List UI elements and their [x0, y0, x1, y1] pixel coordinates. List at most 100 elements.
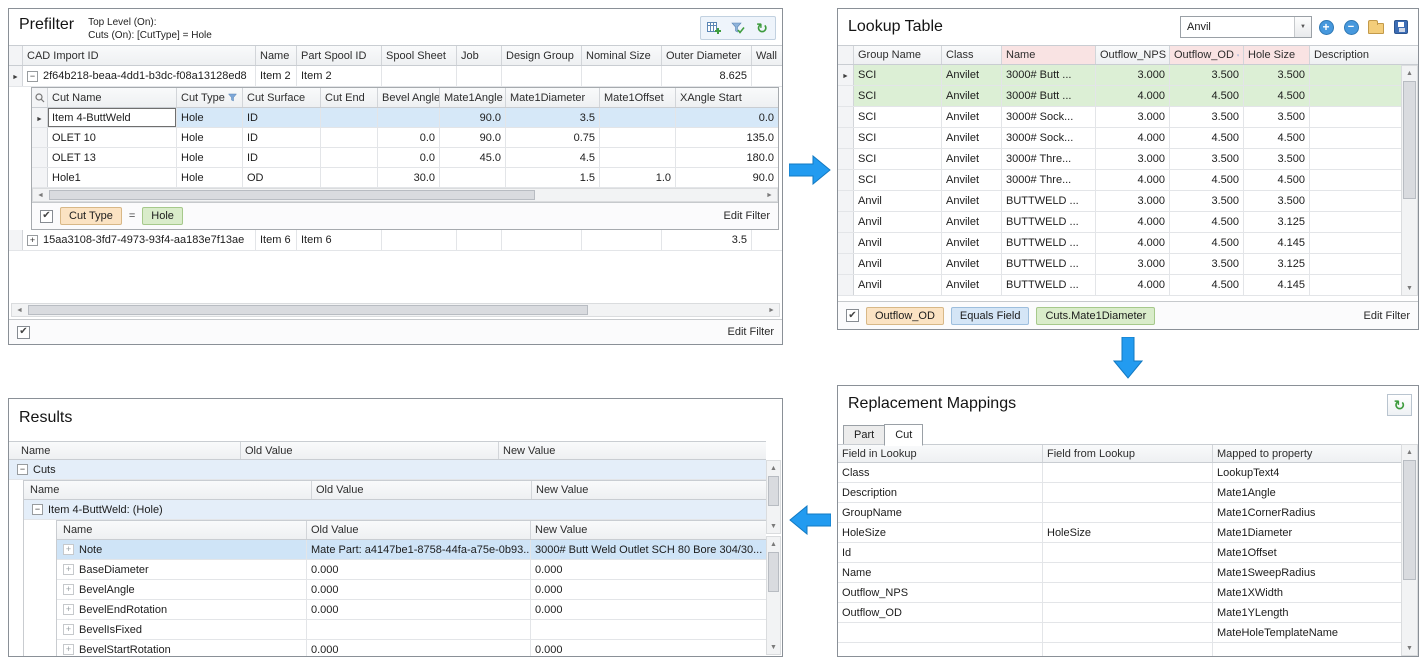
outflow-nps-cell[interactable]: 3.000	[1096, 65, 1170, 85]
class-cell[interactable]: Anvilet	[942, 254, 1002, 274]
old-value-cell[interactable]: 0.000	[307, 600, 531, 619]
mapped-to-property-cell[interactable]: Mate1SweepRadius	[1213, 563, 1401, 582]
result-row[interactable]: BaseDiameter 0.000 0.000	[57, 560, 766, 580]
mapped-to-property-cell[interactable]: Mate1Angle	[1213, 483, 1401, 502]
class-cell[interactable]: Anvilet	[942, 149, 1002, 169]
col-description[interactable]: Description	[1310, 46, 1401, 64]
field-from-lookup-cell[interactable]	[1043, 463, 1213, 482]
xangle-start-cell[interactable]: 90.0	[676, 168, 778, 187]
outflow-nps-cell[interactable]: 4.000	[1096, 128, 1170, 148]
scrollbar-track[interactable]	[27, 304, 764, 316]
outflow-od-cell[interactable]: 3.500	[1170, 107, 1244, 127]
group-row-item[interactable]: Item 4-ButtWeld: (Hole)	[24, 500, 766, 520]
expand-icon[interactable]	[63, 584, 74, 595]
nominal-size-cell[interactable]	[582, 66, 662, 86]
result-row[interactable]: BevelIsFixed	[57, 620, 766, 640]
outflow-nps-cell[interactable]: 4.000	[1096, 86, 1170, 106]
col-cut-end[interactable]: Cut End	[321, 88, 378, 107]
col-cad-import-id[interactable]: CAD Import ID	[23, 46, 256, 65]
group-name-cell[interactable]: Anvil	[854, 191, 942, 211]
col-group-name[interactable]: Group Name	[854, 46, 942, 64]
bevel-angle-cell[interactable]	[378, 108, 440, 127]
cut-end-cell[interactable]	[321, 148, 378, 167]
hole-size-cell[interactable]: 4.145	[1244, 275, 1310, 295]
col-outer-diameter[interactable]: Outer Diameter	[662, 46, 752, 65]
scrollbar-thumb[interactable]	[768, 476, 779, 506]
property-name-cell[interactable]: Note	[57, 540, 307, 559]
field-from-lookup-cell[interactable]	[1043, 623, 1213, 642]
group-cell[interactable]: Cuts	[9, 460, 766, 479]
field-in-lookup-cell[interactable]: GroupName	[838, 503, 1043, 522]
scrollbar-track[interactable]	[48, 189, 762, 201]
field-from-lookup-cell[interactable]	[1043, 503, 1213, 522]
scrollbar-thumb[interactable]	[1403, 81, 1416, 199]
cut-end-cell[interactable]	[321, 168, 378, 187]
group-name-cell[interactable]: Anvil	[854, 233, 942, 253]
refresh-button[interactable]: ↻	[1387, 394, 1412, 416]
mapping-row[interactable]: HoleSize HoleSize Mate1Diameter	[838, 523, 1401, 543]
mate1offset-cell[interactable]	[600, 128, 676, 147]
description-cell[interactable]	[1310, 212, 1401, 232]
expand-icon[interactable]	[63, 564, 74, 575]
xangle-start-cell[interactable]: 180.0	[676, 148, 778, 167]
main-horizontal-scrollbar[interactable]: ◄ ►	[11, 303, 780, 317]
design-group-cell[interactable]	[502, 230, 582, 250]
col-old-value[interactable]: Old Value	[241, 442, 499, 459]
description-cell[interactable]	[1310, 191, 1401, 211]
col-new-value[interactable]: New Value	[531, 521, 766, 539]
col-cut-name[interactable]: Cut Name	[48, 88, 177, 107]
col-job[interactable]: Job	[457, 46, 502, 65]
class-cell[interactable]: Anvilet	[942, 65, 1002, 85]
filter-operator[interactable]: =	[129, 210, 135, 222]
hole-size-cell[interactable]: 3.125	[1244, 254, 1310, 274]
mate1angle-cell[interactable]: 90.0	[440, 108, 506, 127]
cut-surface-cell[interactable]: ID	[243, 128, 321, 147]
group-name-cell[interactable]: Anvil	[854, 212, 942, 232]
col-outflow-od[interactable]: Outflow_OD	[1170, 46, 1244, 64]
outflow-od-cell[interactable]: 4.500	[1170, 212, 1244, 232]
cut-type-cell[interactable]: Hole	[177, 128, 243, 147]
outflow-nps-cell[interactable]: 4.000	[1096, 233, 1170, 253]
name-cell[interactable]: BUTTWELD ...	[1002, 254, 1096, 274]
outflow-nps-cell[interactable]: 3.000	[1096, 107, 1170, 127]
outflow-nps-cell[interactable]: 3.000	[1096, 149, 1170, 169]
class-cell[interactable]: Anvilet	[942, 233, 1002, 253]
mapped-to-property-cell[interactable]	[1213, 643, 1401, 656]
col-mate1angle[interactable]: Mate1Angle	[440, 88, 506, 107]
name-cell[interactable]: 3000# Butt ...	[1002, 65, 1096, 85]
lookup-row[interactable]: Anvil Anvilet BUTTWELD ... 3.000 3.500 3…	[838, 254, 1401, 275]
cut-surface-cell[interactable]: ID	[243, 148, 321, 167]
col-spool-sheet[interactable]: Spool Sheet	[382, 46, 457, 65]
mapped-to-property-cell[interactable]: Mate1Diameter	[1213, 523, 1401, 542]
cut-name-cell[interactable]: Item 4-ButtWeld	[48, 108, 177, 127]
col-name[interactable]: Name	[24, 481, 312, 499]
mappings-vertical-scrollbar[interactable]: ▲ ▼	[1401, 444, 1418, 656]
hole-size-cell[interactable]: 3.500	[1244, 65, 1310, 85]
col-name[interactable]: Name	[1002, 46, 1096, 64]
result-row[interactable]: BevelStartRotation 0.000 0.000	[57, 640, 766, 656]
name-cell[interactable]: BUTTWELD ...	[1002, 275, 1096, 295]
tab-part[interactable]: Part	[843, 425, 886, 445]
scroll-left-icon[interactable]: ◄	[12, 304, 27, 316]
class-cell[interactable]: Anvilet	[942, 86, 1002, 106]
new-value-cell[interactable]: 0.000	[531, 640, 766, 656]
xangle-start-cell[interactable]: 135.0	[676, 128, 778, 147]
col-part-spool-id[interactable]: Part Spool ID	[297, 46, 382, 65]
description-cell[interactable]	[1310, 86, 1401, 106]
filter-funnel-icon[interactable]	[227, 93, 237, 102]
description-cell[interactable]	[1310, 254, 1401, 274]
outflow-nps-cell[interactable]: 4.000	[1096, 170, 1170, 190]
name-cell[interactable]: 3000# Sock...	[1002, 128, 1096, 148]
col-name[interactable]: Name	[9, 442, 241, 459]
job-cell[interactable]	[457, 66, 502, 86]
edit-filter-link[interactable]: Edit Filter	[728, 326, 774, 338]
mapping-row[interactable]: Name Mate1SweepRadius	[838, 563, 1401, 583]
mapping-row[interactable]: GroupName Mate1CornerRadius	[838, 503, 1401, 523]
outflow-od-cell[interactable]: 3.500	[1170, 65, 1244, 85]
name-cell[interactable]: BUTTWELD ...	[1002, 191, 1096, 211]
name-cell[interactable]: 3000# Thre...	[1002, 149, 1096, 169]
group-name-cell[interactable]: SCI	[854, 86, 942, 106]
lookup-row[interactable]: SCI Anvilet 3000# Thre... 3.000 3.500 3.…	[838, 149, 1401, 170]
result-row[interactable]: BevelEndRotation 0.000 0.000	[57, 600, 766, 620]
col-mapped-to-property[interactable]: Mapped to property	[1213, 445, 1401, 462]
